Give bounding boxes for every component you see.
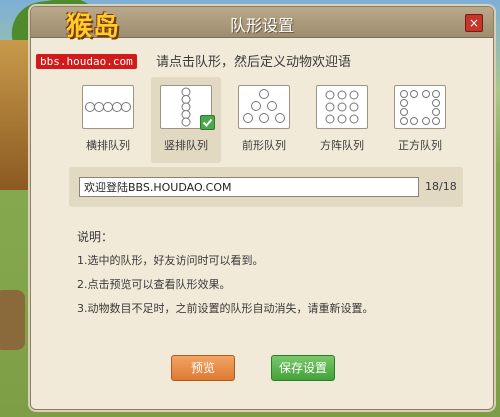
formation-option-horizontal[interactable]: 横排队列: [73, 77, 143, 163]
description-heading: 说明：: [77, 230, 114, 244]
formation-option-square[interactable]: 正方队列: [385, 77, 455, 163]
formation-label: 竖排队列: [164, 139, 208, 152]
close-button[interactable]: ×: [465, 14, 483, 32]
site-logo: 猴岛 bbs.houdao.com: [36, 4, 166, 70]
formation-options: 横排队列 竖排队列 前形队列 方阵队列 正方队列: [73, 77, 463, 163]
horizontal-line-formation-icon: [82, 85, 134, 129]
instruction-text: 请点击队形，然后定义动物欢迎语: [156, 55, 352, 70]
formation-option-vertical[interactable]: 竖排队列: [151, 77, 221, 163]
description-line: 1.选中的队形，好友访问时可以看到。: [77, 254, 264, 267]
formation-label: 横排队列: [86, 139, 130, 152]
square-formation-icon: [394, 85, 446, 129]
preview-button[interactable]: 预览: [171, 355, 235, 381]
formation-label: 正方队列: [398, 139, 442, 152]
description-line: 3.动物数目不足时，之前设置的队形自动消失，请重新设置。: [77, 302, 374, 315]
phalanx-formation-icon: [316, 85, 368, 129]
tree-stump: [0, 290, 25, 350]
character-counter: 18/18: [425, 180, 457, 193]
description: 说明： 1.选中的队形，好友访问时可以看到。 2.点击预览可以查看队形效果。 3…: [77, 225, 374, 321]
formation-label: 方阵队列: [320, 139, 364, 152]
save-button[interactable]: 保存设置: [271, 355, 335, 381]
wedge-formation-icon: [238, 85, 290, 129]
formation-option-phalanx[interactable]: 方阵队列: [307, 77, 377, 163]
formation-label: 前形队列: [242, 139, 286, 152]
logo-url: bbs.houdao.com: [36, 54, 137, 69]
description-line: 2.点击预览可以查看队形效果。: [77, 278, 231, 291]
selected-check-icon: [200, 115, 215, 130]
logo-text: 猴岛: [66, 12, 121, 42]
vertical-line-formation-icon: [160, 85, 215, 130]
greeting-entry: 18/18: [69, 167, 463, 207]
formation-option-wedge[interactable]: 前形队列: [229, 77, 299, 163]
greeting-input[interactable]: [79, 177, 419, 197]
